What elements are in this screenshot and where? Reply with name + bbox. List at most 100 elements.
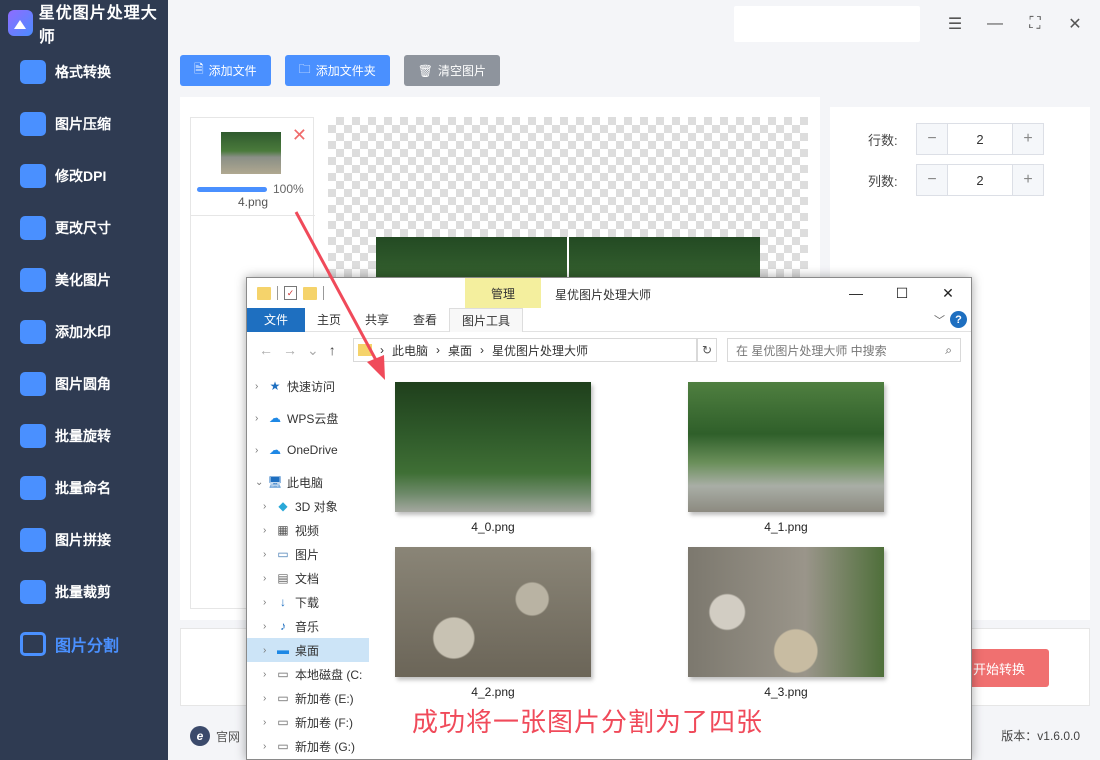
sidebar-item[interactable]: 修改DPI: [0, 150, 168, 202]
split-icon: [20, 632, 46, 656]
file-tile[interactable]: 4_0.png: [395, 382, 591, 534]
back-icon[interactable]: ←: [259, 342, 273, 359]
tab-picture-tools[interactable]: 图片工具: [449, 307, 524, 332]
nav-pane-item[interactable]: ⌄ 🖥 此电脑: [247, 470, 369, 494]
nav-pane-label: 此电脑: [287, 475, 324, 490]
sidebar-item[interactable]: 批量旋转: [0, 410, 168, 462]
cols-plus-button[interactable]: +: [1013, 165, 1043, 195]
nav-pane-item[interactable]: › ▭ 本地磁盘 (C:: [247, 662, 369, 686]
close-icon[interactable]: ✕: [925, 278, 971, 308]
chevron-right-icon[interactable]: ›: [263, 573, 275, 584]
rows-minus-button[interactable]: −: [917, 124, 947, 154]
search-icon: ⌕: [945, 343, 952, 357]
sidebar-item[interactable]: 添加水印: [0, 306, 168, 358]
nav-pane-item[interactable]: › ▤ 文档: [247, 566, 369, 590]
sidebar-item-label: 批量命名: [55, 480, 111, 496]
manage-tab[interactable]: 管理: [465, 278, 541, 308]
chevron-right-icon[interactable]: ›: [255, 381, 267, 392]
sidebar-item[interactable]: 更改尺寸: [0, 202, 168, 254]
sidebar-item[interactable]: 美化图片: [0, 254, 168, 306]
minimize-icon[interactable]: —: [984, 13, 1006, 35]
nav-pane-item[interactable]: › ◆ 3D 对象: [247, 494, 369, 518]
nav-pane-item[interactable]: › ▭ 新加卷 (G:): [247, 734, 369, 758]
maximize-icon[interactable]: ☐: [879, 278, 925, 308]
up-icon[interactable]: ↑: [329, 342, 336, 359]
chevron-right-icon[interactable]: ›: [263, 717, 275, 728]
chevron-right-icon[interactable]: ›: [263, 597, 275, 608]
file-tile[interactable]: 4_3.png: [688, 547, 884, 699]
nav-pane-item[interactable]: › ▭ 图片: [247, 542, 369, 566]
explorer-search-input[interactable]: 在 星优图片处理大师 中搜索 ⌕: [727, 338, 961, 362]
tab-home[interactable]: 主页: [305, 308, 353, 332]
new-folder-icon[interactable]: [303, 286, 317, 300]
add-file-button[interactable]: 🗎 添加文件: [180, 55, 271, 86]
nav-pane-label: 新加卷 (G:): [295, 739, 355, 754]
cols-minus-button[interactable]: −: [917, 165, 947, 195]
nav-pane-label: 音乐: [295, 619, 320, 634]
chevron-right-icon[interactable]: ›: [263, 621, 275, 632]
recent-chevron-icon[interactable]: ⌄: [307, 342, 319, 359]
breadcrumb-item[interactable]: 桌面: [448, 342, 472, 359]
chevron-right-icon[interactable]: ›: [263, 669, 275, 680]
breadcrumb-item[interactable]: 此电脑: [392, 342, 428, 359]
settings-sliders-icon[interactable]: ☰: [944, 13, 966, 35]
maximize-icon[interactable]: ⛶: [1024, 13, 1046, 35]
sidebar-item[interactable]: 批量命名: [0, 462, 168, 514]
chevron-right-icon[interactable]: ›: [255, 413, 267, 424]
cols-input[interactable]: 2: [947, 165, 1013, 195]
nav-pane-item[interactable]: › ▭ 新加卷 (F:): [247, 710, 369, 734]
chevron-right-icon[interactable]: ›: [263, 741, 275, 752]
file-tile[interactable]: 4_1.png: [688, 382, 884, 534]
tab-share[interactable]: 共享: [353, 308, 401, 332]
minimize-icon[interactable]: —: [833, 278, 879, 308]
nav-pane-item[interactable]: › ↓ 下载: [247, 590, 369, 614]
properties-icon[interactable]: ✓: [284, 286, 297, 300]
chevron-right-icon[interactable]: ›: [263, 549, 275, 560]
nav-pane-item[interactable]: › ▦ 视频: [247, 518, 369, 542]
sidebar-item[interactable]: 批量裁剪: [0, 566, 168, 618]
rotate-icon: [20, 424, 46, 448]
file-tile[interactable]: 4_2.png: [395, 547, 591, 699]
nav-pane-label: 下载: [295, 595, 320, 610]
file-card[interactable]: ✕ 100% 4.png: [191, 118, 315, 216]
refresh-icon[interactable]: ↻: [697, 338, 717, 362]
website-link[interactable]: e 官网: [190, 726, 240, 746]
nav-pane-item[interactable]: › ☁ WPS云盘: [247, 406, 369, 430]
chevron-right-icon[interactable]: ›: [263, 645, 275, 656]
sidebar-item[interactable]: 图片拼接: [0, 514, 168, 566]
chevron-right-icon[interactable]: ›: [263, 525, 275, 536]
add-folder-button[interactable]: 🗀 添加文件夹: [284, 55, 390, 86]
breadcrumb-item[interactable]: 星优图片处理大师: [492, 342, 588, 359]
sidebar-item-label: 图片圆角: [55, 376, 111, 392]
file-thumbnail: [688, 547, 884, 677]
chevron-right-icon[interactable]: ›: [263, 501, 275, 512]
address-bar[interactable]: › 此电脑 › 桌面 › 星优图片处理大师: [353, 338, 697, 362]
sidebar-item[interactable]: 图片分割: [0, 618, 168, 670]
sidebar-item[interactable]: 图片圆角: [0, 358, 168, 410]
rows-input[interactable]: 2: [947, 124, 1013, 154]
remove-file-icon[interactable]: ✕: [292, 126, 307, 144]
forward-icon[interactable]: →: [283, 342, 297, 359]
clear-images-button[interactable]: 🗑 清空图片: [403, 55, 500, 86]
help-icon[interactable]: ?: [950, 311, 967, 328]
sidebar-item[interactable]: 格式转换: [0, 46, 168, 98]
nav-pane-item[interactable]: › ☁ OneDrive: [247, 438, 369, 462]
picture-icon: ▭: [277, 547, 289, 561]
beautify-icon: [20, 268, 46, 292]
drive-icon: ▭: [277, 691, 289, 705]
chevron-right-icon[interactable]: ›: [263, 693, 275, 704]
rows-plus-button[interactable]: +: [1013, 124, 1043, 154]
nav-pane-item[interactable]: › ▬ 桌面: [247, 638, 369, 662]
close-icon[interactable]: ✕: [1064, 13, 1086, 35]
chevron-down-icon[interactable]: ⌄: [255, 477, 267, 488]
nav-pane-item[interactable]: › ★ 快速访问: [247, 374, 369, 398]
chevron-down-icon[interactable]: ﹀: [934, 312, 945, 328]
tab-file[interactable]: 文件: [247, 307, 305, 332]
folder-icon[interactable]: [257, 286, 271, 300]
nav-pane-item[interactable]: › ♪ 音乐: [247, 614, 369, 638]
nav-pane-item[interactable]: › ▭ 新加卷 (E:): [247, 686, 369, 710]
chevron-right-icon[interactable]: ›: [255, 445, 267, 456]
sidebar-item[interactable]: 图片压缩: [0, 98, 168, 150]
tab-view[interactable]: 查看: [401, 308, 449, 332]
file-explorer-window: ✓ 管理 星优图片处理大师 — ☐ ✕ 文件 主页 共享 查看 图片工具 ﹀ ?…: [246, 277, 972, 760]
